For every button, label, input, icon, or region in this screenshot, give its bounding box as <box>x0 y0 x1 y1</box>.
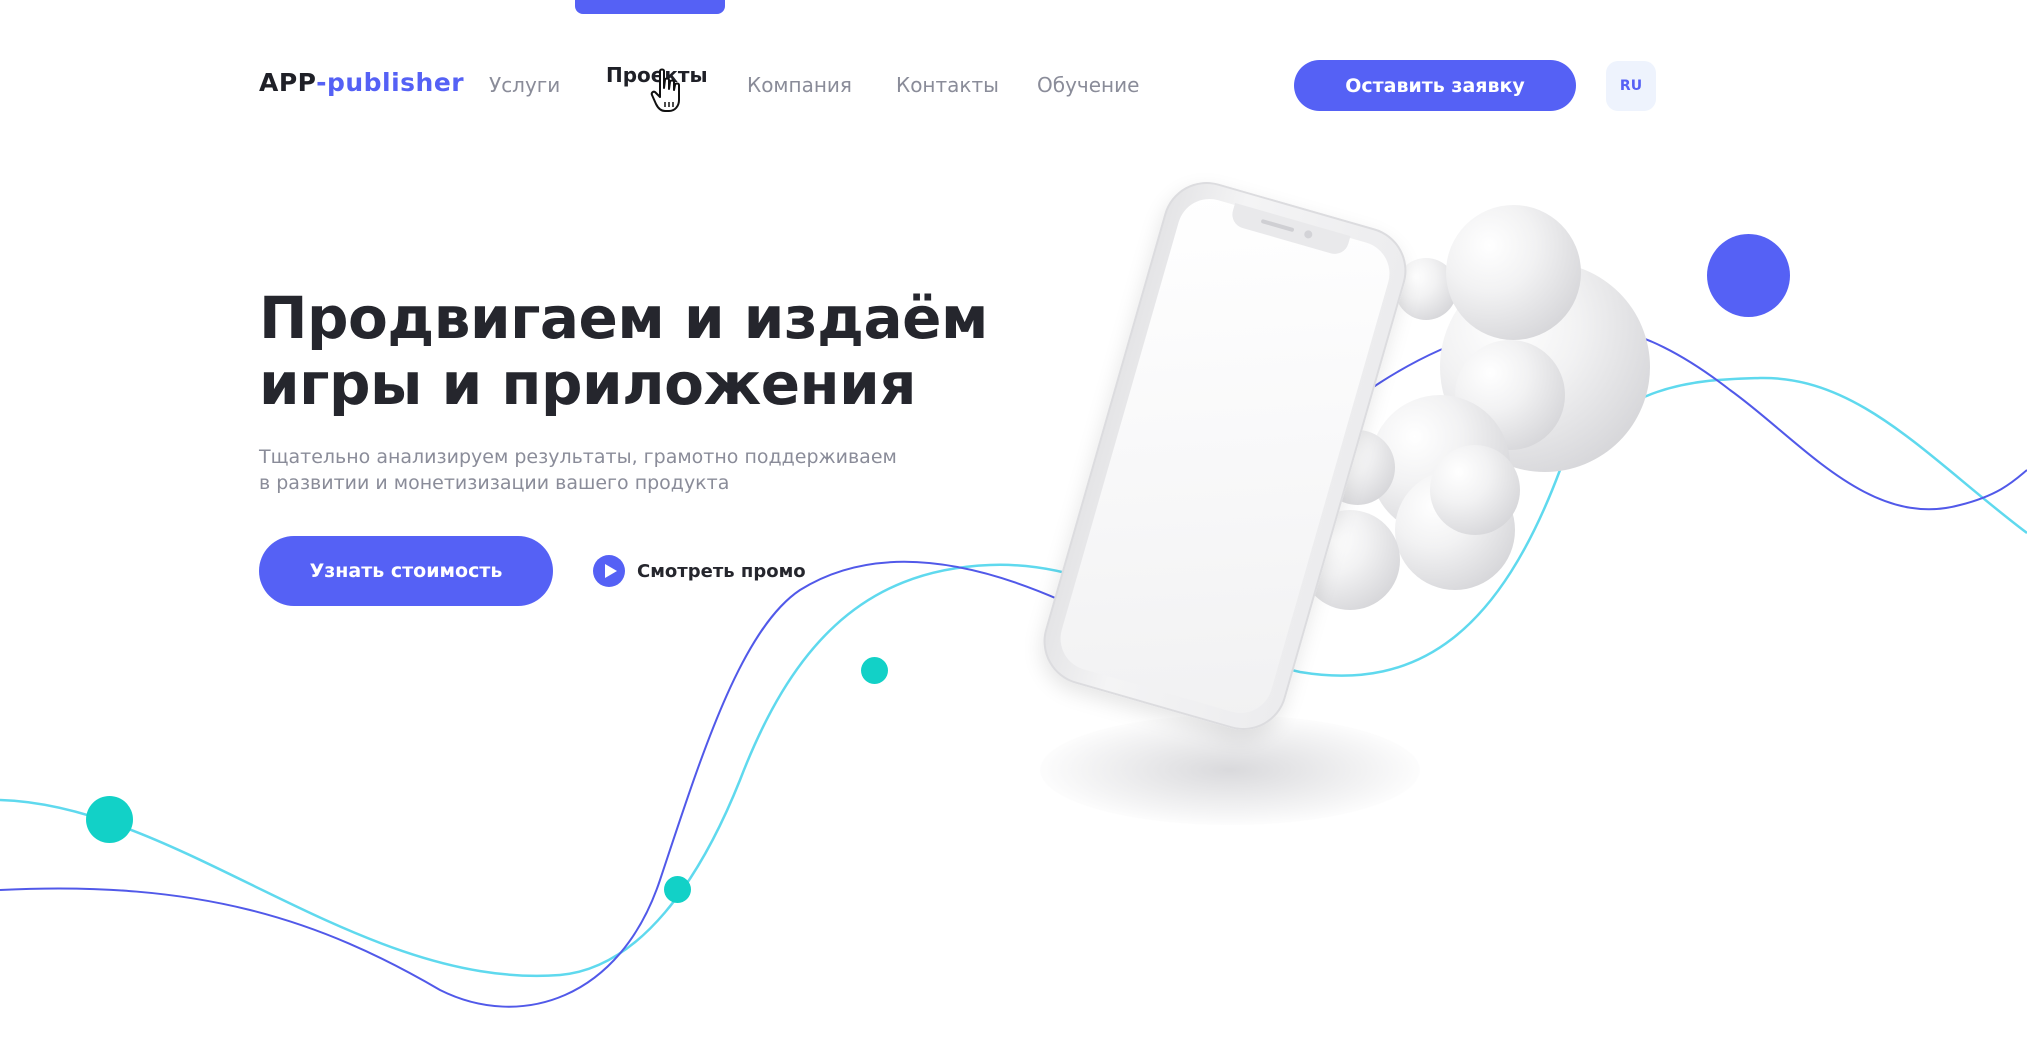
nav-item-contacts[interactable]: Контакты <box>896 73 999 97</box>
decorative-waves <box>0 321 2027 1008</box>
hero-subtitle-line-1: Тщательно анализируем результаты, грамот… <box>259 446 897 468</box>
wave-blue <box>0 321 2027 1008</box>
watch-promo-label: Смотреть промо <box>637 560 806 582</box>
hero-subtitle: Тщательно анализируем результаты, грамот… <box>259 444 959 496</box>
accent-dot-blue <box>1707 234 1790 317</box>
accent-dot-teal <box>664 876 691 903</box>
hero-title: Продвигаем и издаём игры и приложения <box>259 285 1019 417</box>
nav-item-company[interactable]: Компания <box>747 73 852 97</box>
logo-prefix: APP <box>259 68 317 97</box>
logo[interactable]: APP-publisher <box>259 68 464 97</box>
nav-item-services[interactable]: Услуги <box>489 73 560 97</box>
hero-title-line-1: Продвигаем и издаём <box>259 284 988 352</box>
cloud-sphere <box>1446 205 1581 340</box>
language-switch[interactable]: RU <box>1606 61 1656 111</box>
accent-dot-teal <box>861 657 888 684</box>
leave-request-button[interactable]: Оставить заявку <box>1294 60 1576 111</box>
nav-item-education[interactable]: Обучение <box>1037 73 1139 97</box>
accent-dot-teal <box>86 796 133 843</box>
hand-pointer-icon <box>650 68 680 112</box>
hero-title-line-2: игры и приложения <box>259 350 917 418</box>
cloud-sphere <box>1430 445 1520 535</box>
phone-shadow <box>1040 715 1420 825</box>
get-price-button[interactable]: Узнать стоимость <box>259 536 553 606</box>
watch-promo-link[interactable]: Смотреть промо <box>593 555 806 587</box>
hero-subtitle-line-2: в развитии и монетизизации вашего продук… <box>259 472 730 494</box>
play-icon[interactable] <box>593 555 625 587</box>
logo-accent: -publisher <box>316 68 465 97</box>
active-nav-indicator <box>575 0 725 14</box>
